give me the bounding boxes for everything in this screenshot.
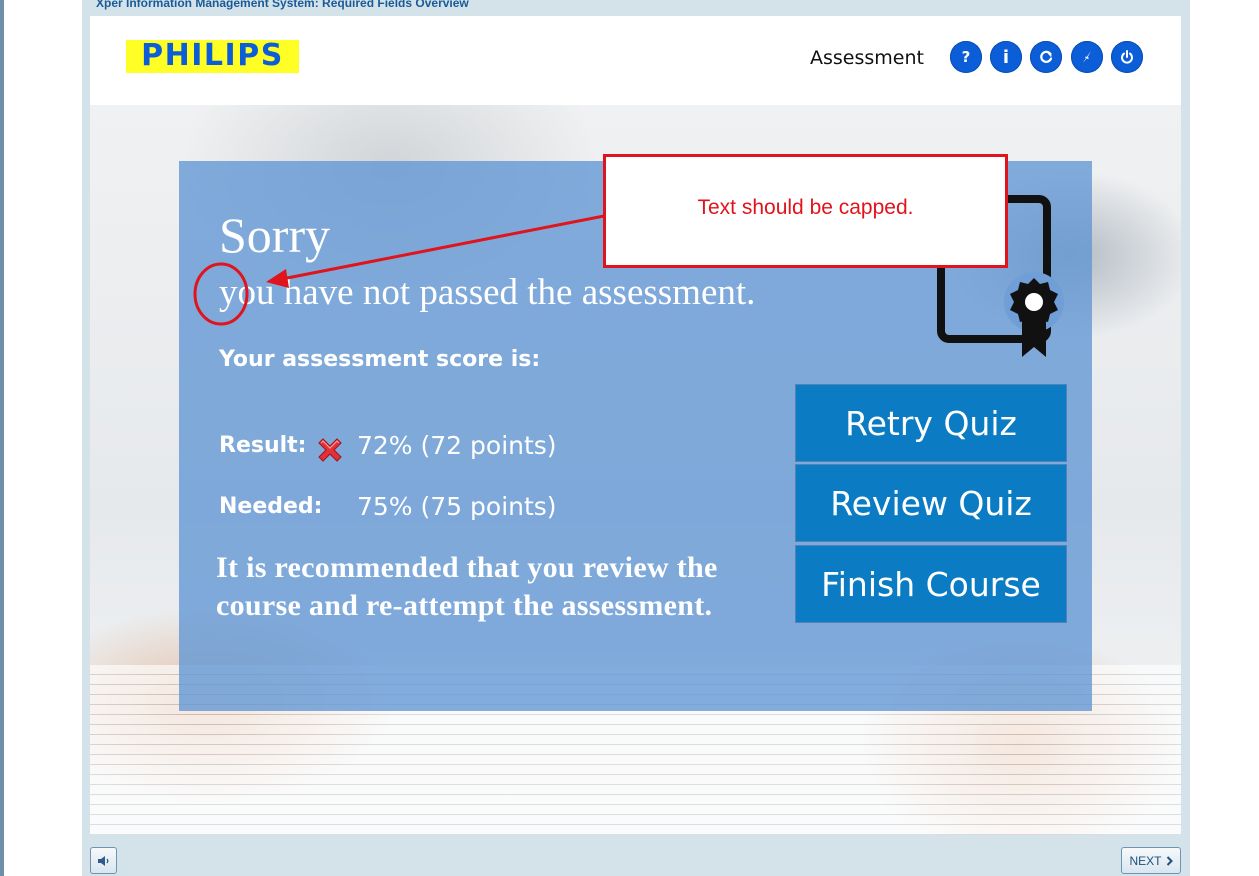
course-header: PHILIPS Assessment ? i [90, 16, 1181, 105]
help-button[interactable]: ? [950, 41, 982, 73]
chevron-right-icon [1166, 855, 1173, 866]
navigate-button[interactable] [1071, 41, 1103, 73]
result-label: Result: [219, 433, 307, 458]
speaker-icon [97, 855, 108, 866]
info-icon: i [1002, 46, 1010, 68]
retry-quiz-button[interactable]: Retry Quiz [796, 385, 1066, 461]
recommendation-text: It is recommended that you review the co… [216, 551, 718, 622]
audio-toggle-button[interactable] [90, 847, 117, 874]
philips-logo: PHILIPS [126, 40, 299, 73]
annotation-callout: Text should be capped. [603, 154, 1008, 268]
page-title: Assessment [810, 47, 924, 69]
result-heading: Sorry [219, 207, 331, 263]
next-button[interactable]: NEXT [1121, 847, 1181, 874]
power-icon [1121, 50, 1133, 64]
refresh-icon [1040, 50, 1053, 63]
left-window-strip [0, 0, 4, 876]
fail-x-icon [318, 438, 342, 462]
score-heading: Your assessment score is: [219, 347, 541, 372]
annotation-text: Text should be capped. [697, 196, 914, 219]
needed-value: 75% (75 points) [357, 492, 557, 521]
result-subheading: you have not passed the assessment. [219, 272, 756, 313]
exit-button[interactable] [1111, 41, 1143, 73]
finish-course-button[interactable]: Finish Course [796, 546, 1066, 622]
logo-text: PHILIPS [141, 38, 284, 73]
course-stage: PHILIPS Assessment ? i Sorry you have no… [90, 16, 1181, 835]
info-button[interactable]: i [990, 41, 1022, 73]
restart-button[interactable] [1030, 41, 1062, 73]
result-value: 72% (72 points) [357, 431, 557, 460]
help-icon: ? [961, 48, 971, 66]
window-title: Xper Information Management System: Requ… [96, 0, 469, 10]
next-label: NEXT [1129, 853, 1162, 868]
needed-label: Needed: [219, 494, 323, 519]
review-quiz-button[interactable]: Review Quiz [796, 465, 1066, 541]
compass-icon [1083, 51, 1091, 63]
